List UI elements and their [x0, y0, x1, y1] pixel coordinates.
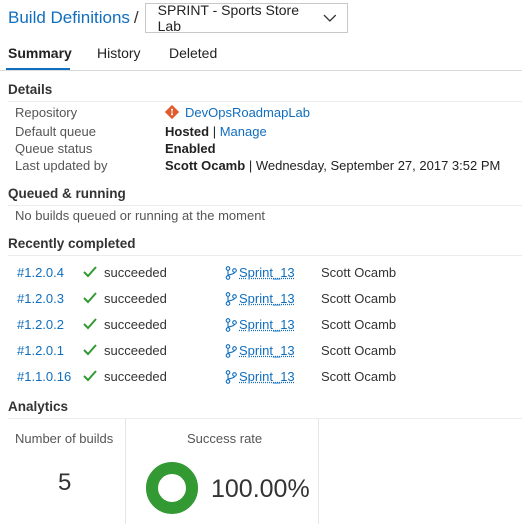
manage-queue-link[interactable]: Manage [220, 124, 267, 139]
repository-label: Repository [15, 105, 78, 120]
build-number-link[interactable]: #1.2.0.3 [17, 291, 64, 306]
recent-heading: Recently completed [8, 236, 136, 251]
tab-deleted[interactable]: Deleted [169, 45, 217, 61]
build-row[interactable]: #1.2.0.1 succeeded Sprint_13 Scott Ocamb [0, 343, 522, 369]
last-updated-label: Last updated by [15, 158, 108, 173]
check-icon [83, 318, 97, 330]
details-divider [8, 101, 522, 102]
builds-count-label: Number of builds [15, 431, 114, 446]
queue-status-value: Enabled [165, 141, 216, 156]
build-author: Scott Ocamb [321, 291, 397, 306]
builds-count-value: 5 [58, 469, 72, 496]
build-number-link[interactable]: #1.2.0.4 [17, 265, 64, 280]
build-author: Scott Ocamb [321, 343, 397, 358]
details-heading: Details [8, 82, 53, 97]
branch-link[interactable]: Sprint_13 [239, 343, 295, 358]
build-status: succeeded [104, 369, 167, 384]
success-donut-chart [146, 462, 198, 514]
branch-link[interactable]: Sprint_13 [239, 265, 295, 280]
builds-count-tile[interactable]: Number of builds 5 [8, 419, 125, 524]
branch-link[interactable]: Sprint_13 [239, 317, 295, 332]
default-queue-value: Hosted | Manage [165, 124, 267, 139]
queued-heading: Queued & running [8, 186, 126, 201]
build-author: Scott Ocamb [321, 317, 397, 332]
build-status: succeeded [104, 317, 167, 332]
recent-divider [8, 255, 522, 256]
build-status: succeeded [104, 265, 167, 280]
build-author: Scott Ocamb [321, 369, 397, 384]
build-status: succeeded [104, 291, 167, 306]
queue-name: Hosted [165, 124, 210, 139]
repository-value: DevOpsRoadmapLab [165, 105, 310, 120]
last-updated-value: Scott Ocamb | Wednesday, September 27, 2… [165, 158, 500, 173]
queue-status-label: Queue status [15, 141, 93, 156]
definition-dropdown-label: SPRINT - Sports Store Lab [157, 2, 299, 34]
check-icon [83, 370, 97, 382]
queued-divider [8, 205, 522, 206]
git-branch-icon [225, 292, 237, 306]
success-rate-value: 100.00% [211, 475, 310, 503]
page-header: Build Definitions / SPRINT - Sports Stor… [8, 2, 348, 34]
check-icon [83, 344, 97, 356]
build-number-link[interactable]: #1.2.0.2 [17, 317, 64, 332]
updated-divider: | [248, 158, 253, 173]
git-repo-icon [165, 105, 179, 119]
git-branch-icon [225, 344, 237, 358]
definition-dropdown[interactable]: SPRINT - Sports Store Lab [144, 2, 348, 34]
tab-bar: Summary History Deleted [0, 42, 522, 71]
tile-divider-2 [318, 419, 319, 524]
tab-summary[interactable]: Summary [8, 45, 72, 61]
tab-history[interactable]: History [97, 45, 141, 61]
git-branch-icon [225, 318, 237, 332]
check-icon [83, 266, 97, 278]
success-rate-tile[interactable]: Success rate 100.00% [126, 419, 318, 524]
default-queue-label: Default queue [15, 124, 96, 139]
queue-divider: | [212, 124, 217, 139]
build-number-link[interactable]: #1.1.0.16 [17, 369, 71, 384]
analytics-heading: Analytics [8, 399, 69, 414]
build-number-link[interactable]: #1.2.0.1 [17, 343, 64, 358]
build-status: succeeded [104, 343, 167, 358]
chevron-down-icon [323, 14, 337, 22]
success-rate-label: Success rate [187, 431, 263, 446]
repository-link[interactable]: DevOpsRoadmapLab [185, 105, 310, 120]
breadcrumb-build-definitions[interactable]: Build Definitions [8, 8, 130, 28]
build-row[interactable]: #1.1.0.16 succeeded Sprint_13 Scott Ocamb [0, 369, 522, 395]
build-row[interactable]: #1.2.0.3 succeeded Sprint_13 Scott Ocamb [0, 291, 522, 317]
build-author: Scott Ocamb [321, 265, 397, 280]
branch-link[interactable]: Sprint_13 [239, 291, 295, 306]
branch-link[interactable]: Sprint_13 [239, 369, 295, 384]
build-row[interactable]: #1.2.0.2 succeeded Sprint_13 Scott Ocamb [0, 317, 522, 343]
queued-empty-message: No builds queued or running at the momen… [15, 208, 266, 223]
check-icon [83, 292, 97, 304]
active-tab-indicator [6, 68, 70, 70]
breadcrumb-separator: / [133, 8, 139, 27]
updated-by: Scott Ocamb [165, 158, 246, 173]
git-branch-icon [225, 266, 237, 280]
git-branch-icon [225, 370, 237, 384]
updated-date: Wednesday, September 27, 2017 3:52 PM [255, 158, 501, 173]
build-row[interactable]: #1.2.0.4 succeeded Sprint_13 Scott Ocamb [0, 265, 522, 291]
